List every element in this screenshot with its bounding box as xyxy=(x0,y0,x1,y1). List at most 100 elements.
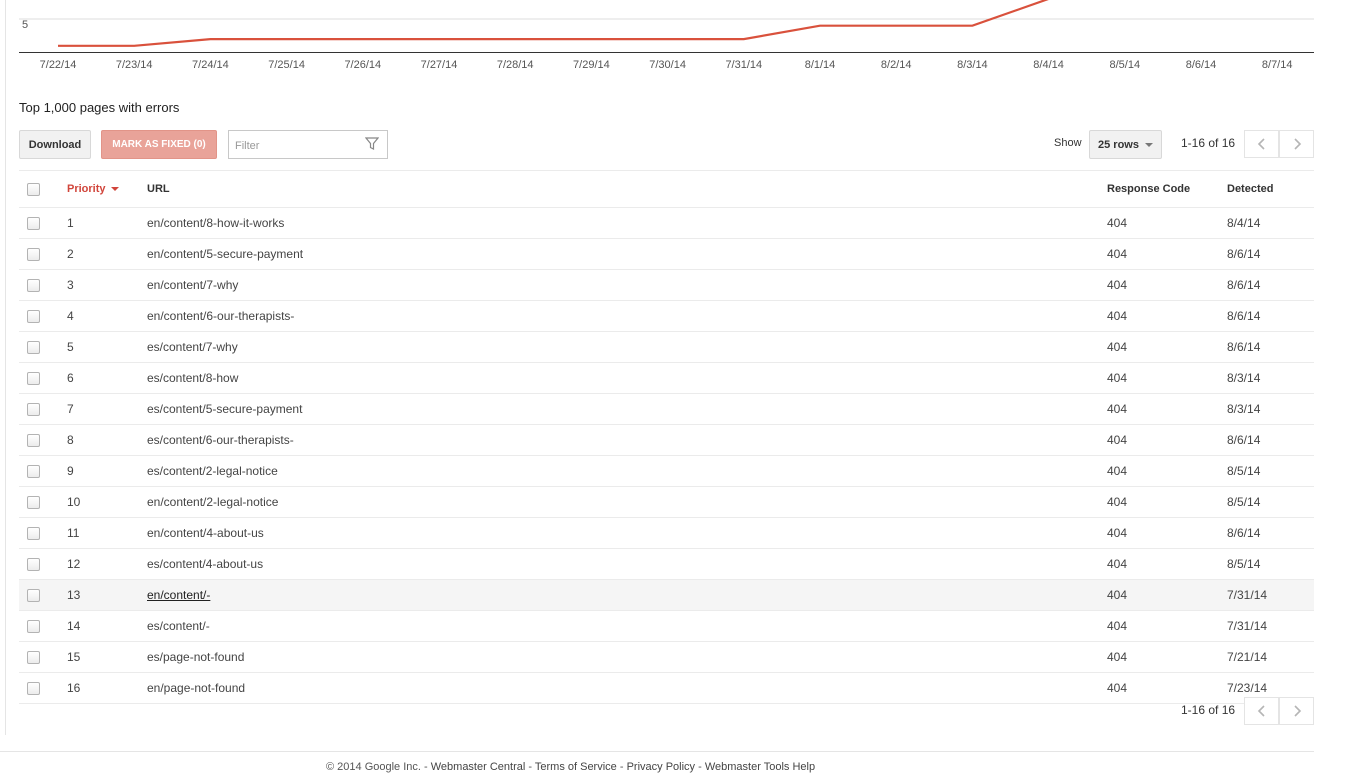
url-cell[interactable]: en/content/5-secure-payment xyxy=(147,239,303,269)
footer-link-terms[interactable]: Terms of Service xyxy=(535,761,617,773)
url-cell[interactable]: en/content/4-about-us xyxy=(147,518,264,548)
url-cell[interactable]: en/content/8-how-it-works xyxy=(147,208,284,238)
url-cell[interactable]: es/content/8-how xyxy=(147,363,238,393)
row-checkbox[interactable] xyxy=(26,433,40,447)
url-cell[interactable]: en/content/6-our-therapists- xyxy=(147,301,294,331)
table-row[interactable]: 8 es/content/6-our-therapists- 404 8/6/14 xyxy=(19,425,1314,456)
rows-per-page-value: 25 rows xyxy=(1098,138,1139,151)
table-row[interactable]: 13 en/content/- 404 7/31/14 xyxy=(19,580,1314,611)
footer-separator: - xyxy=(695,761,705,773)
url-cell[interactable]: es/content/2-legal-notice xyxy=(147,456,278,486)
priority-cell: 4 xyxy=(67,309,74,323)
row-checkbox[interactable] xyxy=(26,588,40,602)
table-row[interactable]: 7 es/content/5-secure-payment 404 8/3/14 xyxy=(19,394,1314,425)
url-cell[interactable]: es/content/6-our-therapists- xyxy=(147,425,294,455)
url-cell[interactable]: en/content/- xyxy=(147,580,210,610)
next-page-button-top[interactable] xyxy=(1279,130,1314,158)
x-tick-label: 7/22/14 xyxy=(40,59,77,71)
url-link[interactable]: en/content/- xyxy=(147,588,210,602)
row-checkbox[interactable] xyxy=(26,526,40,540)
url-link[interactable]: en/content/4-about-us xyxy=(147,526,264,540)
table-row[interactable]: 15 es/page-not-found 404 7/21/14 xyxy=(19,642,1314,673)
download-button[interactable]: Download xyxy=(19,130,91,159)
table-row[interactable]: 2 en/content/5-secure-payment 404 8/6/14 xyxy=(19,239,1314,270)
table-row[interactable]: 14 es/content/- 404 7/31/14 xyxy=(19,611,1314,642)
row-checkbox-cell xyxy=(19,518,47,548)
url-cell[interactable]: es/content/7-why xyxy=(147,332,238,362)
table-row[interactable]: 1 en/content/8-how-it-works 404 8/4/14 xyxy=(19,208,1314,239)
url-link[interactable]: en/content/5-secure-payment xyxy=(147,247,303,261)
row-checkbox[interactable] xyxy=(26,495,40,509)
row-checkbox[interactable] xyxy=(26,278,40,292)
prev-page-button-top[interactable] xyxy=(1244,130,1279,158)
url-cell[interactable]: es/content/- xyxy=(147,611,210,641)
x-tick-label: 7/26/14 xyxy=(344,59,381,71)
url-link[interactable]: es/content/5-secure-payment xyxy=(147,402,302,416)
url-cell[interactable]: es/content/4-about-us xyxy=(147,549,263,579)
priority-cell: 13 xyxy=(67,588,81,602)
table-row[interactable]: 12 es/content/4-about-us 404 8/5/14 xyxy=(19,549,1314,580)
select-all-checkbox[interactable] xyxy=(26,182,40,196)
x-tick-label: 7/24/14 xyxy=(192,59,229,71)
next-page-button-bottom[interactable] xyxy=(1279,697,1314,725)
url-link[interactable]: es/content/6-our-therapists- xyxy=(147,433,294,447)
row-checkbox[interactable] xyxy=(26,464,40,478)
row-checkbox[interactable] xyxy=(26,216,40,230)
filter-input[interactable] xyxy=(233,132,357,159)
priority-cell: 10 xyxy=(67,495,81,509)
priority-column-header[interactable]: Priority xyxy=(67,171,119,207)
url-link[interactable]: es/content/- xyxy=(147,619,210,633)
url-cell[interactable]: es/content/5-secure-payment xyxy=(147,394,302,424)
footer-link-help[interactable]: Webmaster Tools Help xyxy=(705,761,815,773)
footer-link-privacy[interactable]: Privacy Policy xyxy=(627,761,695,773)
row-checkbox[interactable] xyxy=(26,681,40,695)
footer-copyright: © 2014 Google Inc. xyxy=(326,761,421,773)
x-tick-label: 7/31/14 xyxy=(725,59,762,71)
url-link[interactable]: es/content/8-how xyxy=(147,371,238,385)
url-link[interactable]: en/content/8-how-it-works xyxy=(147,216,284,230)
url-cell[interactable]: en/page-not-found xyxy=(147,673,245,703)
select-all-cell xyxy=(19,171,47,207)
url-cell[interactable]: es/page-not-found xyxy=(147,642,244,672)
response-code-cell: 404 xyxy=(1107,650,1128,664)
mark-as-fixed-button[interactable]: MARK AS FIXED (0) xyxy=(101,130,217,159)
url-link[interactable]: en/content/2-legal-notice xyxy=(147,495,278,509)
table-row[interactable]: 4 en/content/6-our-therapists- 404 8/6/14 xyxy=(19,301,1314,332)
row-checkbox[interactable] xyxy=(26,309,40,323)
footer-separator: - xyxy=(525,761,535,773)
row-checkbox[interactable] xyxy=(26,340,40,354)
table-row[interactable]: 11 en/content/4-about-us 404 8/6/14 xyxy=(19,518,1314,549)
prev-page-button-bottom[interactable] xyxy=(1244,697,1279,725)
filter-funnel-icon[interactable] xyxy=(365,137,379,151)
row-checkbox[interactable] xyxy=(26,402,40,416)
url-link[interactable]: es/content/7-why xyxy=(147,340,238,354)
response-code-cell: 404 xyxy=(1107,526,1128,540)
url-link[interactable]: es/content/4-about-us xyxy=(147,557,263,571)
url-link[interactable]: en/content/7-why xyxy=(147,278,238,292)
url-link[interactable]: es/page-not-found xyxy=(147,650,244,664)
row-checkbox[interactable] xyxy=(26,650,40,664)
url-link[interactable]: es/content/2-legal-notice xyxy=(147,464,278,478)
table-row[interactable]: 6 es/content/8-how 404 8/3/14 xyxy=(19,363,1314,394)
detected-column-header[interactable]: Detected xyxy=(1227,171,1273,207)
url-link[interactable]: en/content/6-our-therapists- xyxy=(147,309,294,323)
table-row[interactable]: 5 es/content/7-why 404 8/6/14 xyxy=(19,332,1314,363)
url-column-header[interactable]: URL xyxy=(147,171,170,207)
table-row[interactable]: 10 en/content/2-legal-notice 404 8/5/14 xyxy=(19,487,1314,518)
table-row[interactable]: 16 en/page-not-found 404 7/23/14 xyxy=(19,673,1314,704)
row-checkbox[interactable] xyxy=(26,371,40,385)
priority-header-label: Priority xyxy=(67,183,106,195)
table-row[interactable]: 9 es/content/2-legal-notice 404 8/5/14 xyxy=(19,456,1314,487)
response-code-column-header[interactable]: Response Code xyxy=(1107,171,1190,207)
detected-cell: 8/6/14 xyxy=(1227,278,1261,292)
priority-cell: 15 xyxy=(67,650,81,664)
row-checkbox[interactable] xyxy=(26,247,40,261)
row-checkbox[interactable] xyxy=(26,619,40,633)
url-cell[interactable]: en/content/2-legal-notice xyxy=(147,487,278,517)
rows-per-page-select[interactable]: 25 rows xyxy=(1089,130,1162,159)
footer-link-webmaster-central[interactable]: Webmaster Central xyxy=(431,761,526,773)
row-checkbox[interactable] xyxy=(26,557,40,571)
url-link[interactable]: en/page-not-found xyxy=(147,681,245,695)
table-row[interactable]: 3 en/content/7-why 404 8/6/14 xyxy=(19,270,1314,301)
url-cell[interactable]: en/content/7-why xyxy=(147,270,238,300)
